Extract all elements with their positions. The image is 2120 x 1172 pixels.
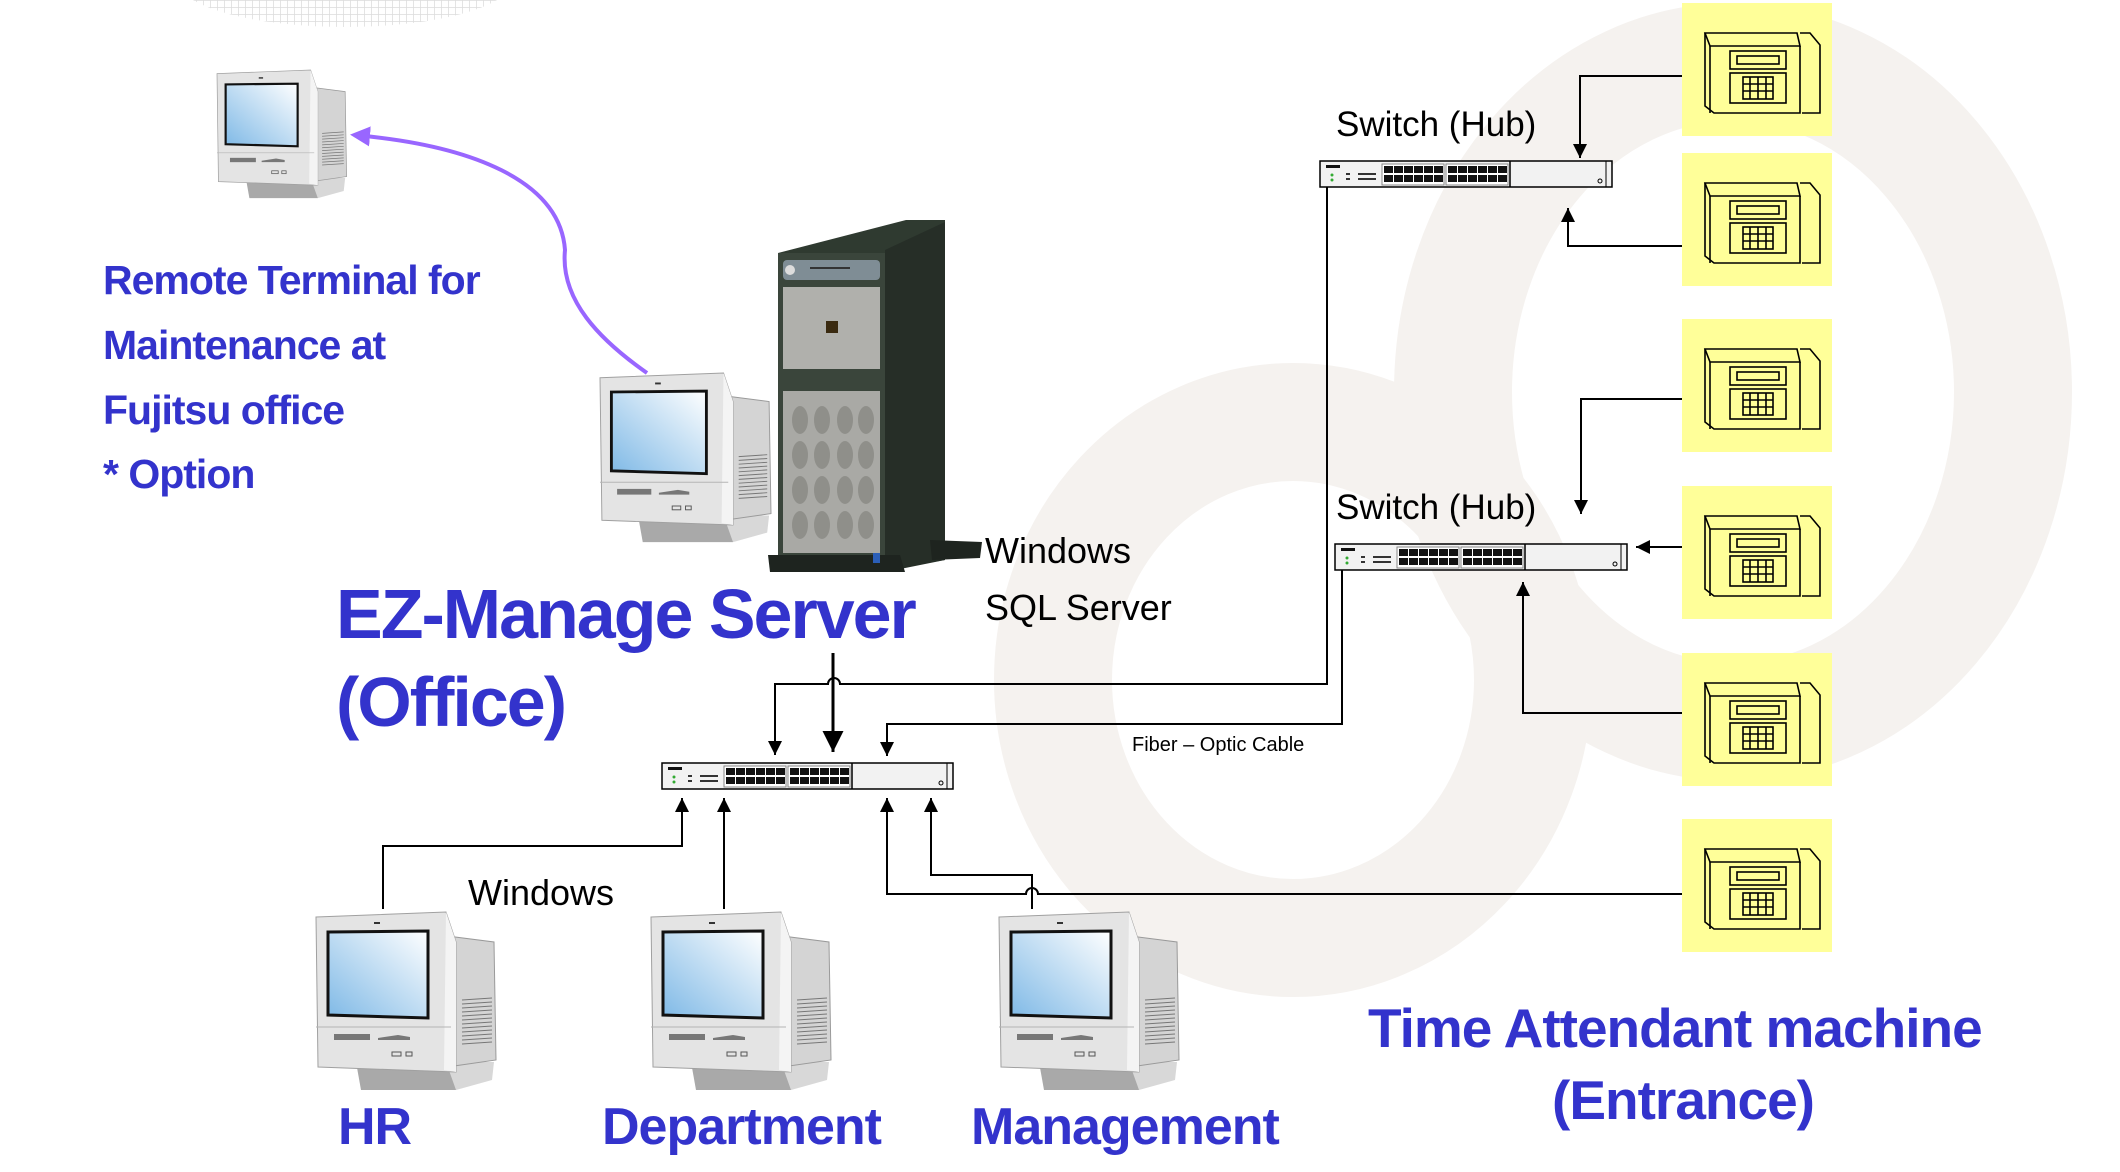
hr-computer-icon[interactable] — [314, 910, 498, 1092]
remote-terminal-label-line-4: * Option — [103, 451, 255, 497]
time-machine-location: (Entrance) — [1552, 1069, 1815, 1131]
client-os-label: Windows — [468, 872, 615, 913]
tower-server-icon[interactable] — [768, 220, 982, 572]
management-computer-icon[interactable] — [997, 910, 1181, 1092]
remote-terminal-label-line-2: Maintenance at — [103, 322, 386, 368]
server-software-db: SQL Server — [985, 587, 1172, 628]
remote-terminal-label-line-1: Remote Terminal for — [103, 257, 481, 303]
server-location: (Office) — [336, 663, 567, 741]
server-console-computer-icon[interactable] — [598, 371, 773, 544]
network-diagram: Remote Terminal for Maintenance at Fujit… — [0, 0, 2120, 1172]
department-computer-icon[interactable] — [649, 910, 833, 1092]
server-software-os: Windows — [985, 530, 1132, 571]
switch-hub-2-label: Switch (Hub) — [1336, 488, 1537, 527]
client-label-department: Department — [602, 1098, 882, 1156]
time-machine-label: Time Attendant machine — [1368, 997, 1983, 1059]
remote-terminal-label-line-3: Fujitsu office — [103, 387, 345, 433]
client-label-management: Management — [971, 1098, 1280, 1156]
fiber-optic-cable-label: Fiber – Optic Cable — [1132, 734, 1305, 756]
client-label-hr: HR — [338, 1098, 412, 1156]
switch-hub-1-label: Switch (Hub) — [1336, 105, 1537, 144]
server-title: EZ-Manage Server — [336, 575, 917, 653]
remote-terminal-computer-icon[interactable] — [215, 68, 348, 200]
